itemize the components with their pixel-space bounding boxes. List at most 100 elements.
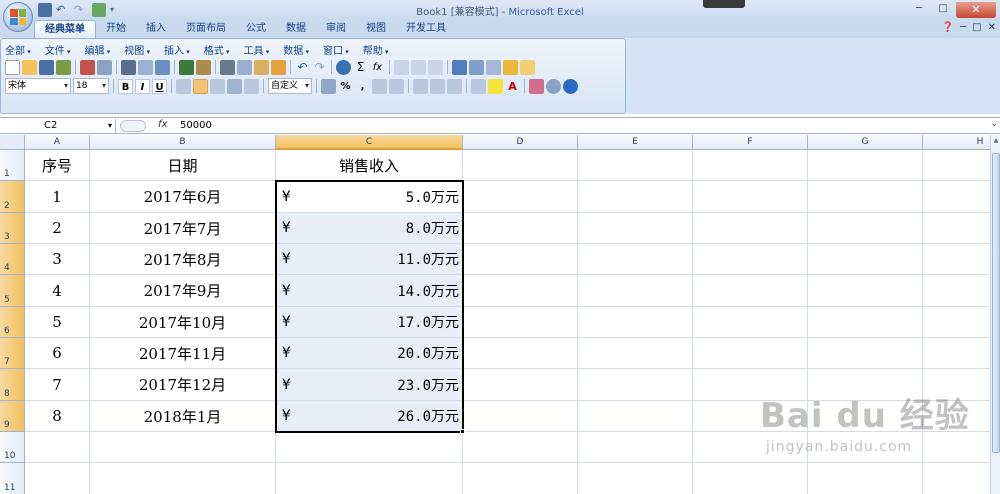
folder-icon[interactable] [520, 59, 535, 75]
row-header-3[interactable]: 3 [0, 213, 25, 244]
help-icon[interactable] [563, 78, 578, 94]
cell-b10[interactable] [90, 432, 276, 463]
menu-insert[interactable]: 插入 [164, 42, 190, 57]
header-cell-a1[interactable]: 序号 [25, 150, 90, 181]
row-header-8[interactable]: 8 [0, 369, 25, 401]
cell-h7[interactable] [923, 338, 990, 369]
cell-e11[interactable] [578, 463, 693, 494]
menu-data[interactable]: 数据 [283, 42, 309, 57]
tab-review[interactable]: 审阅 [316, 20, 356, 38]
menu-format[interactable]: 格式 [204, 42, 230, 57]
cell-e6[interactable] [578, 307, 693, 338]
function-icon[interactable]: fx [370, 60, 385, 75]
new-file-icon[interactable] [5, 59, 20, 75]
column-header-f[interactable]: F [693, 135, 808, 150]
customize-qat-icon[interactable]: ▾ [110, 3, 124, 17]
redo-icon[interactable]: ↷ [74, 3, 88, 17]
table-row-index[interactable]: 4 [25, 275, 90, 307]
menu-tools[interactable]: 工具 [244, 42, 270, 57]
cell-h5[interactable] [923, 275, 990, 307]
tab-home[interactable]: 开始 [96, 20, 136, 38]
table-icon[interactable] [486, 59, 501, 75]
cell-a11[interactable] [25, 463, 90, 494]
cell-e7[interactable] [578, 338, 693, 369]
ribbon-minimize-icon[interactable]: ─ [960, 22, 966, 33]
table-row-sales[interactable]: ¥14.0万元 [276, 275, 463, 307]
cell-e8[interactable] [578, 369, 693, 401]
font-color-icon[interactable]: A [505, 79, 520, 94]
table-row-sales[interactable]: ¥11.0万元 [276, 244, 463, 275]
table-row-index[interactable]: 3 [25, 244, 90, 275]
row-header-2[interactable]: 2 [0, 181, 25, 213]
table-row-index[interactable]: 7 [25, 369, 90, 401]
pdf-icon[interactable] [80, 59, 95, 75]
menu-window[interactable]: 窗口 [323, 42, 349, 57]
fill-handle[interactable] [460, 429, 465, 434]
column-header-h[interactable]: H [923, 135, 990, 150]
cell-b11[interactable] [90, 463, 276, 494]
font-size-select[interactable]: 18 [73, 78, 109, 94]
bold-button[interactable]: B [118, 78, 133, 94]
cell-h3[interactable] [923, 213, 990, 244]
cell-g1[interactable] [808, 150, 923, 181]
maximize-button[interactable]: □ [932, 2, 954, 17]
cell-e10[interactable] [578, 432, 693, 463]
italic-button[interactable]: I [135, 78, 150, 94]
cell-a10[interactable] [25, 432, 90, 463]
cell-f3[interactable] [693, 213, 808, 244]
cell-g6[interactable] [808, 307, 923, 338]
increase-indent-icon[interactable] [430, 78, 445, 94]
minimize-button[interactable]: ─ [908, 2, 930, 17]
cell-d4[interactable] [463, 244, 578, 275]
close-button[interactable]: ✕ [956, 2, 996, 18]
table-row-sales[interactable]: ¥8.0万元 [276, 213, 463, 244]
row-header-10[interactable]: 10 [0, 432, 25, 463]
print-icon[interactable] [121, 59, 136, 75]
row-header-7[interactable]: 7 [0, 338, 25, 369]
table-row-date[interactable]: 2017年6月 [90, 181, 276, 213]
table-row-index[interactable]: 5 [25, 307, 90, 338]
redo-icon[interactable]: ↷ [312, 60, 327, 75]
cell-d2[interactable] [463, 181, 578, 213]
cell-d6[interactable] [463, 307, 578, 338]
align-center-icon[interactable] [193, 78, 208, 94]
cell-f5[interactable] [693, 275, 808, 307]
zoom-icon[interactable] [546, 78, 561, 94]
column-header-d[interactable]: D [463, 135, 578, 150]
drawing-icon[interactable] [503, 59, 518, 75]
chart-icon[interactable] [452, 59, 467, 75]
table-row-sales[interactable]: ¥26.0万元 [276, 401, 463, 432]
cell-g7[interactable] [808, 338, 923, 369]
scroll-up-icon[interactable]: ▲ [992, 137, 1000, 147]
hyperlink-icon[interactable] [336, 59, 351, 75]
cell-c10[interactable] [276, 432, 463, 463]
row-header-6[interactable]: 6 [0, 307, 25, 338]
cell-f4[interactable] [693, 244, 808, 275]
office-button[interactable] [3, 2, 33, 32]
column-header-a[interactable]: A [25, 135, 90, 150]
wrap-text-icon[interactable] [244, 78, 259, 94]
decrease-indent-icon[interactable] [413, 78, 428, 94]
increase-decimal-icon[interactable] [372, 78, 387, 94]
cell-f7[interactable] [693, 338, 808, 369]
cell-d1[interactable] [463, 150, 578, 181]
cell-f11[interactable] [693, 463, 808, 494]
expand-formula-bar-icon[interactable]: ⌄ [990, 119, 998, 129]
underline-button[interactable]: U [152, 78, 167, 94]
header-cell-c1[interactable]: 销售收入 [276, 150, 463, 181]
number-format-select[interactable]: 自定义 [268, 78, 312, 94]
paste-icon[interactable] [254, 59, 269, 75]
formula-bar-splitter[interactable] [120, 120, 146, 132]
cell-h4[interactable] [923, 244, 990, 275]
cell-borders-icon[interactable] [471, 78, 486, 94]
scroll-thumb[interactable] [992, 153, 1000, 453]
sort-descending-icon[interactable] [411, 59, 426, 75]
table-row-date[interactable]: 2017年12月 [90, 369, 276, 401]
tab-formulas[interactable]: 公式 [236, 20, 276, 38]
comma-button[interactable]: , [355, 79, 370, 94]
currency-icon[interactable] [321, 78, 336, 94]
table-row-index[interactable]: 1 [25, 181, 90, 213]
align-left-icon[interactable] [176, 78, 191, 94]
tab-data[interactable]: 数据 [276, 20, 316, 38]
name-box[interactable]: C2 [2, 119, 116, 133]
